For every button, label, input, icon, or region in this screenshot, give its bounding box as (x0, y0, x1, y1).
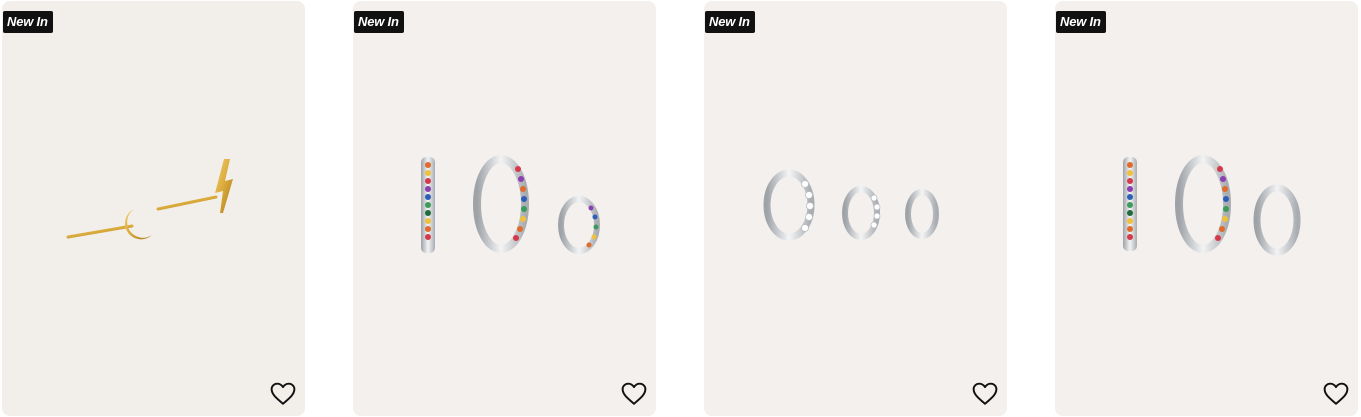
new-in-badge: New In (705, 11, 755, 33)
favorite-button[interactable] (1322, 380, 1350, 408)
product-card[interactable]: New In (2, 1, 305, 416)
product-card[interactable]: New In (704, 1, 1007, 416)
heart-outline-icon (1323, 382, 1349, 405)
favorite-button[interactable] (971, 380, 999, 408)
product-card[interactable]: New In (1055, 1, 1358, 416)
product-image-crystal-huggies[interactable] (704, 1, 1007, 416)
product-grid: New In New In New In New In (0, 0, 1361, 417)
new-in-badge: New In (1056, 11, 1106, 33)
product-image-rainbow-plain-hoops[interactable] (1055, 1, 1358, 416)
heart-outline-icon (621, 382, 647, 405)
product-card[interactable]: New In (353, 1, 656, 416)
product-image-gold-studs[interactable] (2, 1, 305, 416)
new-in-badge: New In (3, 11, 53, 33)
product-image-rainbow-hoops[interactable] (353, 1, 656, 416)
favorite-button[interactable] (269, 380, 297, 408)
heart-outline-icon (270, 382, 296, 405)
new-in-badge: New In (354, 11, 404, 33)
favorite-button[interactable] (620, 380, 648, 408)
heart-outline-icon (972, 382, 998, 405)
